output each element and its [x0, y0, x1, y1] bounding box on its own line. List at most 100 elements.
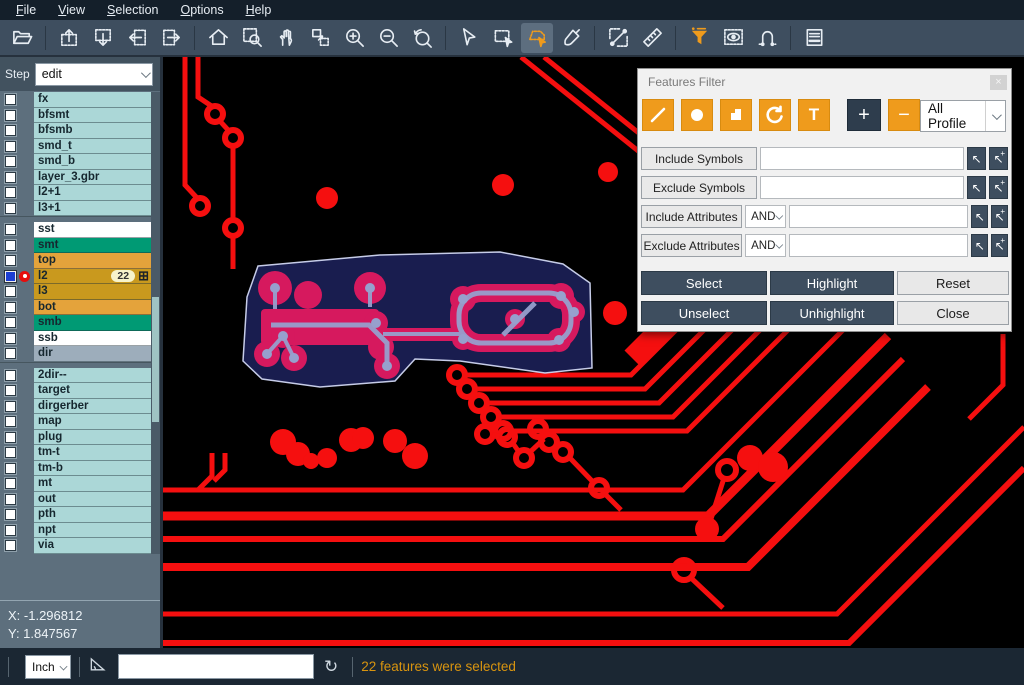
zoom-previous-button[interactable] — [406, 23, 438, 53]
layer-visibility-checkbox[interactable] — [5, 125, 16, 136]
layer-visibility-checkbox[interactable] — [5, 385, 16, 396]
pan-hand-button[interactable] — [270, 23, 302, 53]
include-attributes-button[interactable]: Include Attributes — [641, 205, 742, 228]
layer-row[interactable]: dir — [0, 346, 152, 362]
measure-distance-button[interactable] — [602, 23, 634, 53]
add-filter-button[interactable]: + — [847, 99, 881, 131]
layer-visibility-checkbox[interactable] — [5, 416, 16, 427]
layer-visibility-checkbox[interactable] — [5, 187, 16, 198]
include-attributes-operator-select[interactable]: AND — [745, 205, 786, 228]
exclude-attributes-operator-select[interactable]: AND — [745, 234, 786, 257]
move-left-button[interactable] — [121, 23, 153, 53]
layer-row[interactable]: smd_t — [0, 139, 152, 155]
profile-select[interactable]: All Profile — [920, 100, 1006, 132]
layer-visibility-checkbox[interactable] — [5, 172, 16, 183]
polygon-select-button[interactable] — [521, 23, 553, 53]
move-right-button[interactable] — [155, 23, 187, 53]
layer-visibility-checkbox[interactable] — [5, 478, 16, 489]
line-tool-toggle[interactable] — [642, 99, 674, 131]
layer-row[interactable]: via — [0, 538, 152, 554]
zoom-shape-button[interactable] — [304, 23, 336, 53]
layer-row[interactable]: smd_b — [0, 154, 152, 170]
layer-row[interactable]: pth — [0, 507, 152, 523]
refresh-icon[interactable]: ↻ — [324, 657, 338, 677]
ruler-button[interactable] — [636, 23, 668, 53]
layers-panel-button[interactable] — [798, 23, 830, 53]
layer-visibility-checkbox[interactable] — [5, 447, 16, 458]
layer-row[interactable]: fx — [0, 92, 152, 108]
reset-button[interactable]: Reset — [897, 271, 1009, 295]
pick-arrow-button[interactable]: ↖ — [971, 234, 988, 257]
move-up-button[interactable] — [53, 23, 85, 53]
include-attributes-input[interactable] — [789, 205, 968, 228]
layer-visibility-checkbox[interactable] — [5, 463, 16, 474]
menu-help[interactable]: Help — [236, 1, 282, 19]
layer-scrollbar[interactable] — [151, 92, 160, 554]
dialog-titlebar[interactable]: Features Filter × — [638, 69, 1011, 95]
zoom-window-button[interactable] — [236, 23, 268, 53]
layer-row[interactable]: bfsmb — [0, 123, 152, 139]
zoom-out-button[interactable] — [372, 23, 404, 53]
layer-visibility-checkbox[interactable] — [5, 271, 16, 282]
menu-options[interactable]: Options — [170, 1, 233, 19]
layer-visibility-checkbox[interactable] — [5, 432, 16, 443]
layer-row[interactable]: smt — [0, 238, 152, 254]
layer-row[interactable]: bot — [0, 300, 152, 316]
layer-row[interactable]: dirgerber — [0, 399, 152, 415]
exclude-attributes-button[interactable]: Exclude Attributes — [641, 234, 742, 257]
layer-visibility-checkbox[interactable] — [5, 333, 16, 344]
rect-select-button[interactable] — [487, 23, 519, 53]
layer-visibility-checkbox[interactable] — [5, 286, 16, 297]
layer-visibility-checkbox[interactable] — [5, 156, 16, 167]
layer-visibility-checkbox[interactable] — [5, 110, 16, 121]
zoom-in-button[interactable] — [338, 23, 370, 53]
text-tool-toggle[interactable]: T — [798, 99, 830, 131]
view-window-button[interactable] — [717, 23, 749, 53]
layer-row[interactable]: tm-t — [0, 445, 152, 461]
layer-visibility-checkbox[interactable] — [5, 224, 16, 235]
layer-row[interactable]: plug — [0, 430, 152, 446]
exclude-symbols-input[interactable] — [760, 176, 964, 199]
layer-row[interactable]: tm-b — [0, 461, 152, 477]
net-trace-button[interactable] — [751, 23, 783, 53]
layer-row[interactable]: l2+1 — [0, 185, 152, 201]
layer-visibility-checkbox[interactable] — [5, 141, 16, 152]
pick-arrow-add-button[interactable]: ↖+ — [989, 176, 1008, 199]
grid-icon[interactable]: ⊞ — [138, 270, 149, 282]
layer-visibility-checkbox[interactable] — [5, 255, 16, 266]
step-select[interactable]: edit — [35, 63, 153, 86]
include-symbols-button[interactable]: Include Symbols — [641, 147, 757, 170]
angle-mode-icon[interactable] — [88, 654, 108, 679]
select-button[interactable]: Select — [641, 271, 767, 295]
clear-brush-button[interactable] — [555, 23, 587, 53]
layer-row[interactable]: mt — [0, 476, 152, 492]
layer-visibility-checkbox[interactable] — [5, 540, 16, 551]
layer-visibility-checkbox[interactable] — [5, 525, 16, 536]
open-folder-button[interactable] — [6, 23, 38, 53]
move-down-button[interactable] — [87, 23, 119, 53]
arc-tool-toggle[interactable] — [759, 99, 791, 131]
layer-row[interactable]: bfsmt — [0, 108, 152, 124]
layer-visibility-checkbox[interactable] — [5, 317, 16, 328]
layer-row[interactable]: npt — [0, 523, 152, 539]
pick-arrow-button[interactable]: ↖ — [967, 176, 986, 199]
layer-visibility-checkbox[interactable] — [5, 302, 16, 313]
menu-file[interactable]: File — [6, 1, 46, 19]
layer-visibility-checkbox[interactable] — [5, 370, 16, 381]
layer-row[interactable]: l3 — [0, 284, 152, 300]
pick-arrow-button[interactable]: ↖ — [971, 205, 988, 228]
features-filter-button[interactable] — [683, 23, 715, 53]
layer-row[interactable]: top — [0, 253, 152, 269]
layer-visibility-checkbox[interactable] — [5, 494, 16, 505]
layer-row[interactable]: target — [0, 383, 152, 399]
menu-selection[interactable]: Selection — [97, 1, 168, 19]
scrollbar-thumb[interactable] — [152, 297, 159, 422]
include-symbols-input[interactable] — [760, 147, 964, 170]
exclude-attributes-input[interactable] — [789, 234, 968, 257]
layer-visibility-checkbox[interactable] — [5, 203, 16, 214]
layer-row[interactable]: 2dir-- — [0, 368, 152, 384]
layer-row[interactable]: layer_3.gbr — [0, 170, 152, 186]
layer-visibility-checkbox[interactable] — [5, 401, 16, 412]
layer-visibility-checkbox[interactable] — [5, 348, 16, 359]
pick-arrow-add-button[interactable]: ↖+ — [991, 205, 1008, 228]
